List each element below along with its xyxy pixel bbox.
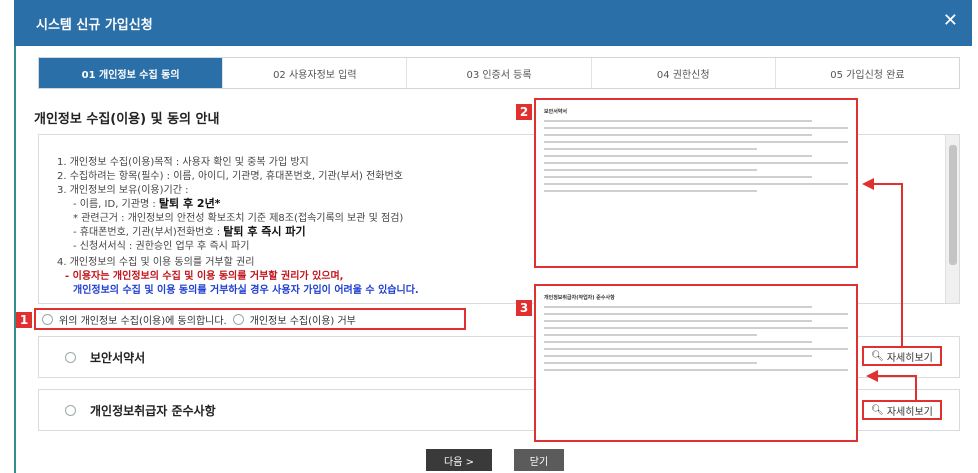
popup-3-line — [544, 334, 757, 336]
detail-label: 자세히보기 — [886, 406, 933, 418]
popup-3-line — [544, 355, 812, 357]
security-pledge-detail-button[interactable]: 🔍︎ 자세히보기 — [862, 346, 942, 366]
refuse-radio[interactable] — [232, 313, 244, 325]
popup-3-line — [544, 341, 812, 343]
terms-line-1: 1. 개인정보 수집(이용)목적 : 사용자 확인 및 중복 가입 방지 — [57, 157, 309, 168]
popup-2-line — [544, 176, 812, 178]
refuse-label[interactable]: 개인정보 수집(이용) 거부 — [250, 312, 356, 327]
step-tab-2[interactable]: 02 사용자정보 입력 — [223, 58, 408, 88]
close-icon[interactable]: ✕ — [943, 10, 958, 31]
security-pledge-radio[interactable] — [65, 351, 76, 363]
popup-2-line — [544, 155, 812, 157]
popup-3-line — [544, 320, 812, 322]
search-icon: 🔍︎ — [871, 350, 884, 362]
step-tab-5[interactable]: 05 가입신청 완료 — [776, 58, 959, 88]
popup-3-line — [544, 369, 848, 371]
annotation-badge-2: 2 — [516, 104, 532, 120]
dialog-titlebar: 시스템 신규 가입신청 ✕ — [14, 0, 972, 46]
step-tab-3[interactable]: 03 인증서 등록 — [407, 58, 592, 88]
popup-2-line — [544, 134, 812, 136]
search-icon: 🔍︎ — [871, 404, 884, 416]
step-tabs: 01 개인정보 수집 동의 02 사용자정보 입력 03 인증서 등록 04 권… — [38, 57, 960, 89]
popup-3-line — [544, 313, 848, 315]
popup-3-line — [544, 362, 757, 364]
popup-3-line — [544, 327, 848, 329]
detail-label: 자세히보기 — [886, 352, 933, 364]
dialog-title: 시스템 신규 가입신청 — [36, 18, 153, 33]
handler-rules-popup: 개인정보취급자(작업자) 준수사항 — [534, 284, 858, 442]
popup-2-line — [544, 169, 757, 171]
popup-2-title: 보안서약서 — [544, 109, 568, 115]
terms-scrollbar[interactable] — [945, 135, 959, 303]
agree-label[interactable]: 위의 개인정보 수집(이용)에 동의합니다. — [59, 312, 227, 327]
popup-2-line — [544, 162, 848, 164]
security-pledge-popup: 보안서약서 — [534, 98, 858, 268]
step-tab-1[interactable]: 01 개인정보 수집 동의 — [39, 58, 224, 88]
handler-rules-detail-button[interactable]: 🔍︎ 자세히보기 — [862, 400, 942, 420]
next-button[interactable]: 다음 > — [426, 449, 492, 471]
handler-rules-radio[interactable] — [65, 404, 76, 416]
popup-3-line — [544, 348, 848, 350]
annotation-badge-3: 3 — [516, 300, 532, 316]
section-title: 개인정보 수집(이용) 및 동의 안내 — [34, 112, 220, 127]
terms-line-10: 개인정보의 수집 및 이용 동의를 거부하실 경우 사용자 가입이 어려울 수 … — [73, 285, 419, 296]
terms-line-8: 4. 개인정보의 수집 및 이용 동의를 거부할 권리 — [57, 257, 255, 268]
popup-2-line — [544, 148, 757, 150]
popup-2-line — [544, 120, 812, 122]
terms-line-9: - 이용자는 개인정보의 수집 및 이용 동의를 거부할 권리가 있으며, — [65, 271, 344, 282]
terms-line-3: 3. 개인정보의 보유(이용)기간 : — [57, 185, 189, 196]
close-button[interactable]: 닫기 — [514, 449, 564, 471]
popup-3-title: 개인정보취급자(작업자) 준수사항 — [544, 295, 615, 301]
popup-2-line — [544, 141, 848, 143]
step-tab-4[interactable]: 04 권한신청 — [592, 58, 776, 88]
popup-3-line — [544, 306, 812, 308]
security-pledge-label: 보안서약서 — [90, 350, 146, 365]
popup-2-line — [544, 190, 757, 192]
terms-line-5: * 관련근거 : 개인정보의 안전성 확보조치 기준 제8조(접속기록의 보관 … — [73, 213, 404, 224]
handler-rules-label: 개인정보취급자 준수사항 — [90, 403, 216, 418]
popup-2-line — [544, 127, 848, 129]
annotation-badge-1: 1 — [16, 312, 32, 328]
scrollbar-thumb[interactable] — [949, 145, 957, 265]
consent-options: 위의 개인정보 수집(이용)에 동의합니다. 개인정보 수집(이용) 거부 — [34, 308, 466, 330]
terms-line-2: 2. 수집하려는 항목(필수) : 이름, 아이디, 기관명, 휴대폰번호, 기… — [57, 171, 403, 182]
popup-2-line — [544, 183, 848, 185]
agree-radio[interactable] — [42, 313, 53, 325]
terms-line-7: - 신청서서식 : 권한승인 업무 후 즉시 파기 — [73, 241, 250, 252]
